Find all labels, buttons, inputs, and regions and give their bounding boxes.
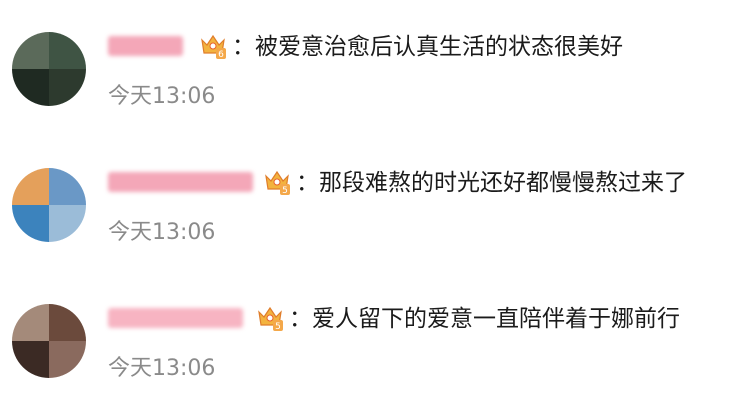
avatar-pixel — [12, 205, 49, 242]
separator: ： — [232, 34, 255, 60]
comment-item: 6 ：被爱意治愈后认真生活的状态很美好 今天13:06 — [0, 22, 750, 142]
avatar-pixel — [12, 304, 49, 341]
comment-item: 5 ：那段难熬的时光还好都慢慢熬过来了 今天13:06 — [0, 158, 750, 278]
comment-text: ：爱人留下的爱意一直陪伴着于娜前行 — [289, 302, 680, 336]
avatar[interactable] — [12, 168, 86, 242]
avatar-pixel — [49, 304, 86, 341]
avatar-pixel — [12, 69, 49, 106]
comment-text: ：那段难熬的时光还好都慢慢熬过来了 — [296, 166, 687, 200]
avatar-pixel — [49, 205, 86, 242]
comment-text: ：被爱意治愈后认真生活的状态很美好 — [232, 30, 623, 64]
vip-crown-badge[interactable]: 5 — [255, 302, 285, 332]
avatar-pixel — [49, 69, 86, 106]
comment-body: 被爱意治愈后认真生活的状态很美好 — [255, 34, 623, 60]
avatar-pixel — [12, 32, 49, 69]
avatar[interactable] — [12, 32, 86, 106]
timestamp: 今天13:06 — [108, 84, 216, 109]
timestamp: 今天13:06 — [108, 356, 216, 381]
crown-icon: 6 — [201, 34, 226, 60]
vip-crown-badge[interactable]: 5 — [262, 166, 292, 196]
crown-icon: 5 — [258, 306, 283, 332]
comment-body: 爱人留下的爱意一直陪伴着于娜前行 — [312, 306, 680, 332]
avatar-pixel — [12, 168, 49, 205]
separator: ： — [289, 306, 312, 332]
avatar-pixel — [12, 341, 49, 378]
avatar[interactable] — [12, 304, 86, 378]
username-blurred[interactable] — [108, 172, 253, 192]
svg-text:5: 5 — [282, 186, 288, 196]
timestamp: 今天13:06 — [108, 220, 216, 245]
comment-list: 6 ：被爱意治愈后认真生活的状态很美好 今天13:06 5 ：那段难熬的时光还好… — [0, 0, 750, 411]
avatar-pixel — [49, 341, 86, 378]
svg-text:5: 5 — [275, 322, 281, 332]
comment-body: 那段难熬的时光还好都慢慢熬过来了 — [319, 170, 687, 196]
crown-icon: 5 — [265, 170, 290, 196]
username-blurred[interactable] — [108, 308, 243, 328]
separator: ： — [296, 170, 319, 196]
svg-text:6: 6 — [218, 50, 224, 60]
avatar-pixel — [49, 168, 86, 205]
vip-crown-badge[interactable]: 6 — [198, 30, 228, 60]
comment-item: 5 ：爱人留下的爱意一直陪伴着于娜前行 今天13:06 — [0, 294, 750, 411]
username-blurred[interactable] — [108, 36, 183, 56]
avatar-pixel — [49, 32, 86, 69]
